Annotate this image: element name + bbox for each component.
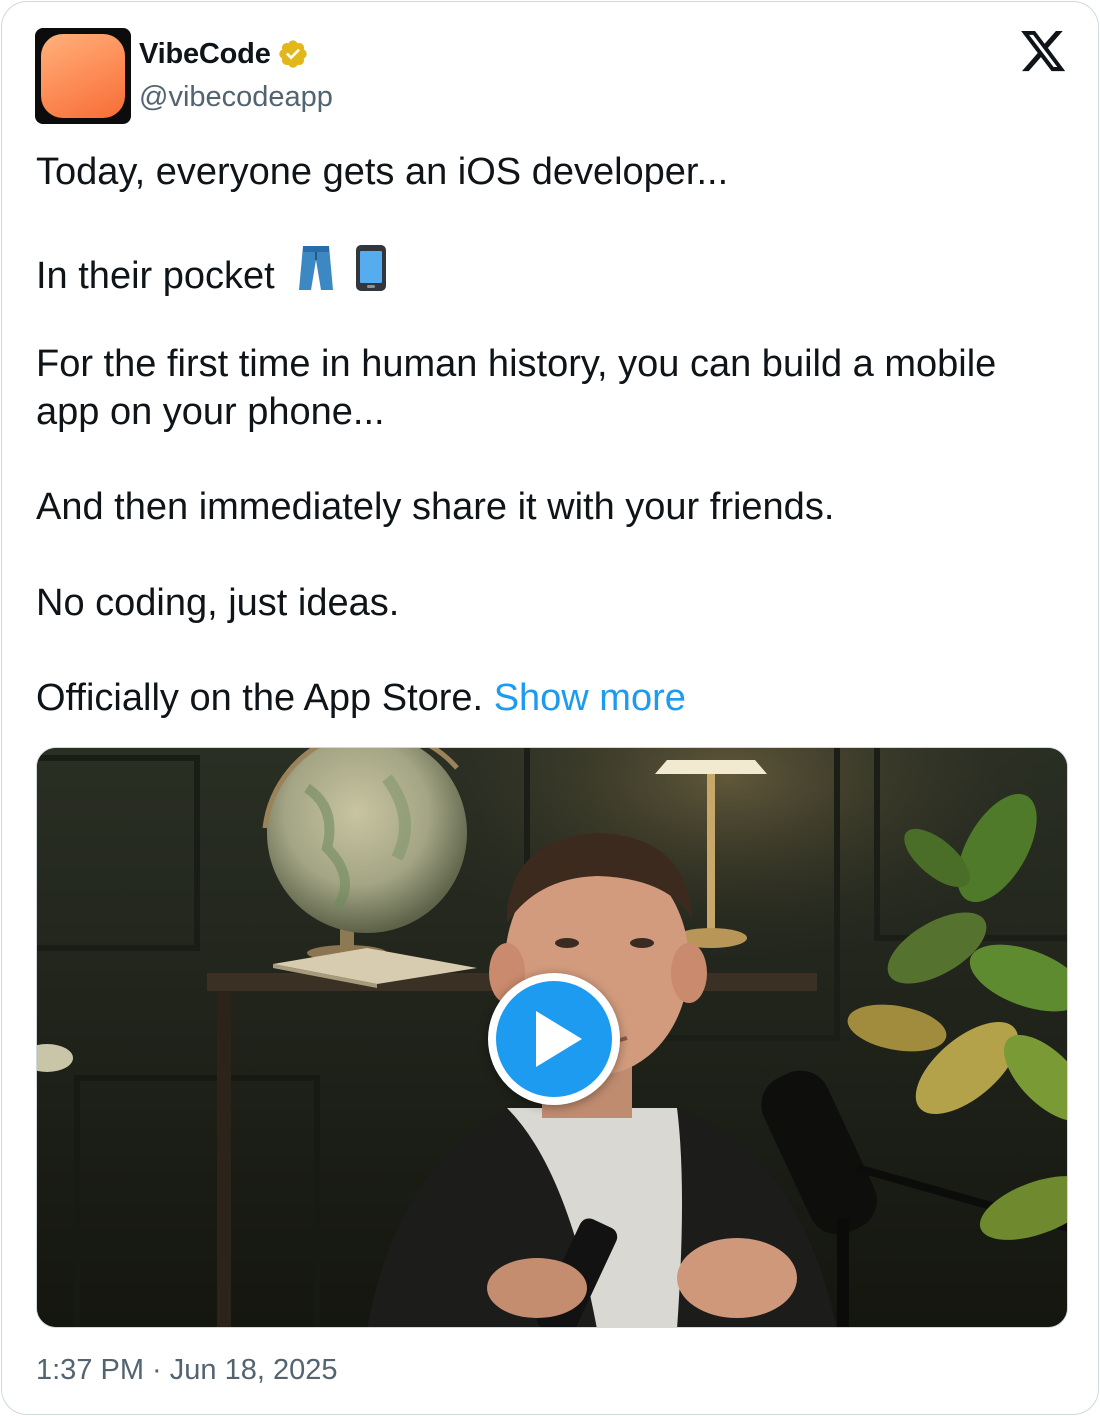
x-logo-icon[interactable] xyxy=(1021,31,1067,73)
author-name-row[interactable]: VibeCode xyxy=(139,36,309,72)
tweet-text-line-2: In their pocket xyxy=(36,244,1066,300)
user-handle[interactable]: @vibecodeapp xyxy=(139,81,333,114)
verified-badge-icon xyxy=(278,40,307,68)
show-more-link[interactable]: Show more xyxy=(494,677,686,719)
play-icon xyxy=(536,1011,582,1067)
play-button[interactable] xyxy=(488,973,620,1105)
avatar[interactable] xyxy=(35,28,131,124)
jeans-emoji xyxy=(299,246,334,290)
mobile-phone-emoji xyxy=(355,245,386,291)
tweet-text-line-5: No coding, just ideas. xyxy=(36,582,400,624)
tweet-text-line-2-text: In their pocket xyxy=(36,255,275,297)
tweet-text-line-6-text: Officially on the App Store. xyxy=(36,677,484,719)
tweet-timestamp[interactable]: 1:37 PM · Jun 18, 2025 xyxy=(36,1354,337,1387)
tweet-text-line-3: For the first time in human history, you… xyxy=(36,343,997,433)
tweet-text-line-1: Today, everyone gets an iOS developer... xyxy=(36,151,729,193)
video-media[interactable] xyxy=(36,747,1068,1328)
tweet-text-line-4: And then immediately share it with your … xyxy=(36,486,835,528)
tweet-card: VibeCode @vibecodeapp Today, everyone ge… xyxy=(1,1,1099,1415)
display-name[interactable]: VibeCode xyxy=(139,38,271,71)
app-logo-tile xyxy=(41,34,125,118)
tweet-text-line-6: Officially on the App Store. Show more xyxy=(36,674,1066,722)
